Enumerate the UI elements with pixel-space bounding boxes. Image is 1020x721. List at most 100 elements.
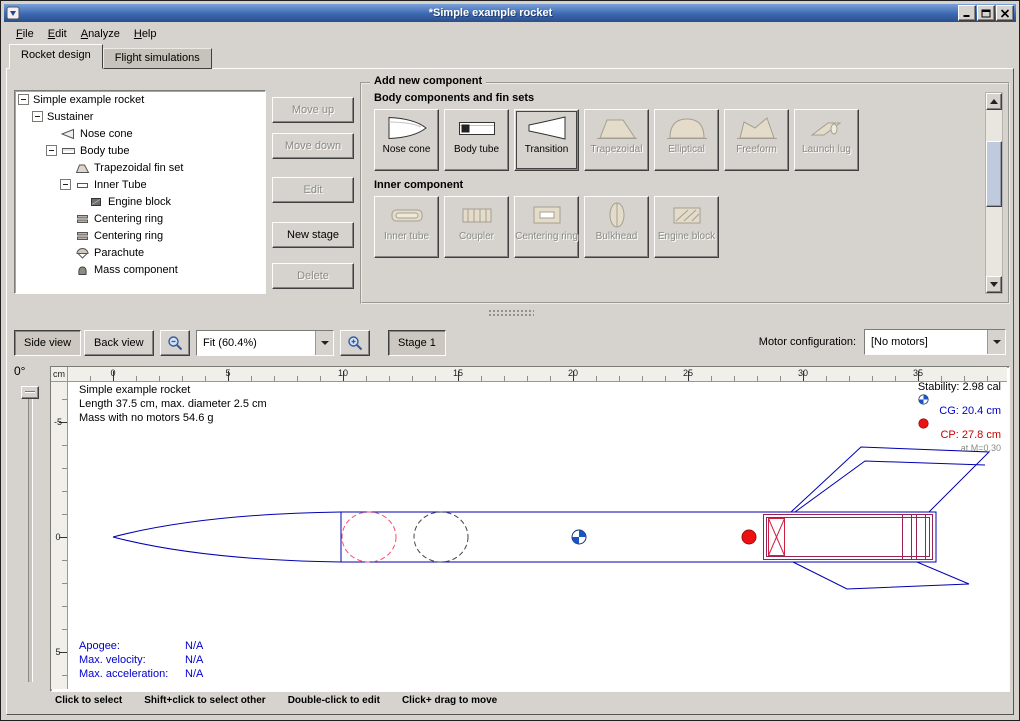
rotation-angle-label: 0° [14, 364, 25, 378]
centering-ring-icon [524, 200, 570, 230]
minimize-button[interactable] [958, 5, 976, 21]
scrollbar-thumb[interactable] [986, 141, 1002, 207]
component-button-centering-ring[interactable]: Centering ring [514, 196, 579, 258]
svg-text:0: 0 [55, 532, 60, 542]
max-velocity-label: Max. velocity: [79, 653, 185, 667]
collapse-toggle-icon[interactable] [46, 145, 57, 156]
menu-analyze[interactable]: Analyze [74, 25, 127, 43]
maximize-button[interactable] [977, 5, 995, 21]
component-button-launch-lug[interactable]: Launch lug [794, 109, 859, 171]
component-button-trapezoidal[interactable]: Trapezoidal [584, 109, 649, 171]
tree-item-rocket[interactable]: Simple example rocket [15, 91, 265, 108]
arrow-down-icon [990, 282, 998, 287]
mass-component-icon [75, 264, 90, 276]
title-bar[interactable]: *Simple example rocket [4, 4, 1016, 22]
move-up-button[interactable]: Move up [272, 97, 354, 123]
hint-shift-click: Shift+click to select other [144, 695, 265, 706]
max-acceleration-label: Max. acceleration: [79, 667, 185, 681]
tree-item-body-tube[interactable]: Body tube [15, 142, 265, 159]
back-view-button[interactable]: Back view [84, 330, 154, 356]
body-tube-icon [454, 113, 500, 143]
collapse-toggle-icon[interactable] [60, 179, 71, 190]
component-button-freeform[interactable]: Freeform [724, 109, 789, 171]
tree-actions: Move up Move down Edit New stage Delete [272, 97, 352, 293]
tree-item-nose-cone[interactable]: Nose cone [15, 125, 265, 142]
tree-item-parachute[interactable]: Parachute [15, 244, 265, 261]
tab-strip: Rocket design Flight simulations [9, 46, 212, 69]
zoom-in-button[interactable] [340, 330, 370, 356]
svg-text:30: 30 [798, 368, 808, 378]
rocket-canvas[interactable]: cm 0 5 10 15 20 25 30 35 -5 0 5 [50, 366, 1010, 692]
scroll-down-button[interactable] [986, 276, 1002, 293]
bulkhead-icon [594, 200, 640, 230]
close-icon [1000, 9, 1010, 18]
zoom-in-icon [347, 335, 364, 352]
splitter-handle[interactable] [488, 309, 534, 316]
component-button-elliptical[interactable]: Elliptical [654, 109, 719, 171]
tree-item-centering-ring-1[interactable]: Centering ring [15, 210, 265, 227]
maximize-icon [981, 9, 991, 18]
chevron-down-icon[interactable] [315, 331, 333, 355]
scroll-up-button[interactable] [986, 93, 1002, 110]
component-button-bulkhead[interactable]: Bulkhead [584, 196, 649, 258]
component-button-nose-cone[interactable]: Nose cone [374, 109, 439, 171]
tree-item-inner-tube[interactable]: Inner Tube [15, 176, 265, 193]
edit-button[interactable]: Edit [272, 177, 354, 203]
component-button-inner-tube[interactable]: Inner tube [374, 196, 439, 258]
motor-configuration-select[interactable]: [No motors] [864, 329, 1006, 355]
tree-item-sustainer[interactable]: Sustainer [15, 108, 265, 125]
inner-component-label: Inner component [374, 179, 1008, 191]
tab-rocket-design[interactable]: Rocket design [9, 44, 103, 69]
component-button-engine-block[interactable]: Engine block [654, 196, 719, 258]
cg-icon [918, 394, 929, 405]
delete-button[interactable]: Delete [272, 263, 354, 289]
rotation-slider-handle[interactable] [21, 386, 39, 399]
inner-tube-icon [384, 200, 430, 230]
tree-item-mass-component[interactable]: Mass component [15, 261, 265, 278]
rocket-info: Simple example rocket Length 37.5 cm, ma… [79, 383, 267, 425]
cg-marker [572, 530, 586, 544]
inner-tube-icon [75, 179, 90, 191]
body-tube-icon [61, 145, 76, 157]
close-button[interactable] [996, 5, 1014, 21]
transition-icon [524, 113, 570, 143]
arrow-up-icon [990, 99, 998, 104]
chevron-down-icon[interactable] [987, 330, 1005, 354]
tree-item-engine-block[interactable]: Engine block [15, 193, 265, 210]
component-scrollbar[interactable] [985, 92, 1003, 294]
tree-item-centering-ring-2[interactable]: Centering ring [15, 227, 265, 244]
centering-ring-icon [75, 213, 90, 225]
rocket-dimensions: Length 37.5 cm, max. diameter 2.5 cm [79, 397, 267, 411]
zoom-select[interactable]: Fit (60.4%) [196, 330, 334, 356]
menu-file[interactable]: File [9, 25, 41, 43]
mach-note: at M=0.30 [918, 442, 1001, 455]
motor-configuration-label: Motor configuration: [759, 336, 856, 348]
collapse-toggle-icon[interactable] [32, 111, 43, 122]
app-icon [6, 6, 20, 20]
collapse-toggle-icon[interactable] [18, 94, 29, 105]
side-view-button[interactable]: Side view [14, 330, 81, 356]
component-button-body-tube[interactable]: Body tube [444, 109, 509, 171]
stage-1-toggle[interactable]: Stage 1 [388, 330, 446, 356]
engine-block-icon [89, 196, 104, 208]
flight-estimates: Apogee:N/A Max. velocity:N/A Max. accele… [79, 639, 203, 681]
elliptical-fin-icon [664, 113, 710, 143]
cp-marker [742, 530, 756, 544]
move-down-button[interactable]: Move down [272, 133, 354, 159]
component-button-transition[interactable]: Transition [514, 109, 579, 171]
component-button-coupler[interactable]: Coupler [444, 196, 509, 258]
svg-text:35: 35 [913, 368, 923, 378]
tab-flight-simulations[interactable]: Flight simulations [103, 48, 212, 69]
cp-icon [918, 418, 929, 429]
new-stage-button[interactable]: New stage [272, 222, 354, 248]
menu-help[interactable]: Help [127, 25, 164, 43]
view-toolbar: Side view Back view Fit (60.4%) Stage 1 … [0, 329, 1020, 356]
parachute-icon [75, 247, 90, 259]
menu-edit[interactable]: Edit [41, 25, 74, 43]
tree-item-fin-set[interactable]: Trapezoidal fin set [15, 159, 265, 176]
component-tree[interactable]: Simple example rocket Sustainer Nose con… [14, 90, 266, 294]
rotation-slider-track[interactable] [28, 390, 33, 682]
hint-double-click: Double-click to edit [288, 695, 380, 706]
zoom-out-button[interactable] [160, 330, 190, 356]
fin-set-icon [75, 162, 90, 174]
